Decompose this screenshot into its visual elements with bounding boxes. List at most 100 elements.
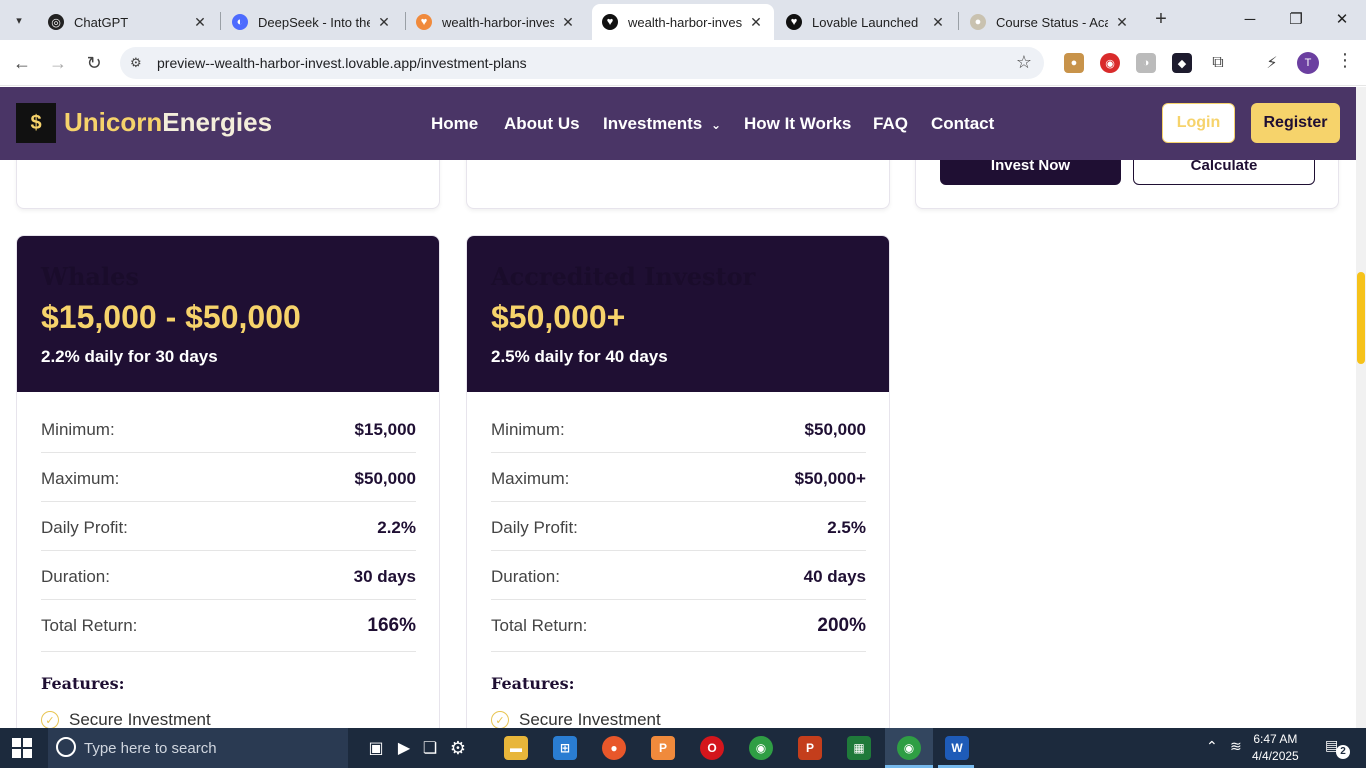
nav-investments-label: Investments	[603, 114, 703, 133]
menu-dots-icon[interactable]: ⋮	[1336, 50, 1354, 71]
row-value: $15,000	[354, 420, 416, 439]
unicorn-logo-icon[interactable]: $	[16, 103, 56, 143]
page-scrollbar[interactable]	[1356, 87, 1366, 728]
row-label: Duration:	[41, 567, 110, 586]
nav-investments[interactable]: Investments ⌄	[603, 114, 721, 134]
login-button[interactable]: Login	[1162, 103, 1235, 143]
scrollbar-thumb[interactable]	[1357, 272, 1365, 364]
video-icon[interactable]: ▶	[392, 736, 416, 760]
nav-about-us[interactable]: About Us	[504, 114, 580, 134]
logo-text-part1: Unicorn	[64, 107, 163, 137]
tab-deepseek[interactable]: ◐ DeepSeek - Into the U ✕	[222, 4, 402, 40]
restore-button[interactable]: ❐	[1276, 6, 1316, 34]
row-label: Total Return:	[41, 616, 138, 635]
file-explorer-icon[interactable]: ▬	[504, 736, 528, 760]
close-icon[interactable]: ✕	[376, 14, 392, 31]
close-window-button[interactable]: ✕	[1322, 6, 1362, 34]
row-label: Daily Profit:	[41, 518, 128, 537]
chrome-icon[interactable]: ◉	[749, 736, 773, 760]
record-extension-icon[interactable]: ◉	[1100, 53, 1120, 73]
profile-avatar[interactable]: T	[1297, 52, 1319, 74]
row-value: 2.2%	[377, 518, 416, 537]
row-label: Minimum:	[41, 420, 115, 439]
plan-header: Whales $15,000 - $50,000 2.2% daily for …	[17, 236, 439, 392]
close-icon[interactable]: ✕	[930, 14, 946, 31]
extension-icon[interactable]: ◑	[1136, 53, 1156, 73]
feature-item: ✓ Secure Investment	[491, 710, 661, 728]
close-icon[interactable]: ✕	[748, 14, 764, 31]
nav-contact[interactable]: Contact	[931, 114, 994, 134]
tab-search-button[interactable]: ▾	[6, 8, 32, 32]
puzzle-extensions-icon[interactable]: ⧉	[1208, 53, 1228, 73]
tab-wealth-harbor-1[interactable]: ♥ wealth-harbor-invest ✕	[406, 4, 586, 40]
plan-card-whales: Whales $15,000 - $50,000 2.2% daily for …	[16, 235, 440, 728]
new-tab-button[interactable]: +	[1150, 8, 1172, 32]
opera-icon[interactable]: O	[700, 736, 724, 760]
site-header: $ UnicornEnergies Home About Us Investme…	[0, 87, 1356, 160]
features-title: Features:	[491, 674, 575, 693]
settings-gear-icon[interactable]: ⚙	[446, 736, 470, 760]
row-label: Minimum:	[491, 420, 565, 439]
register-button[interactable]: Register	[1251, 103, 1340, 143]
close-icon[interactable]: ✕	[1114, 14, 1130, 31]
feature-text: Secure Investment	[69, 710, 211, 728]
pdf-icon[interactable]: P	[651, 736, 675, 760]
notification-icon[interactable]: ▤ 2	[1325, 737, 1350, 759]
nav-faq[interactable]: FAQ	[873, 114, 908, 134]
chrome-profile-icon[interactable]: ◉	[897, 736, 921, 760]
site-info-icon[interactable]: ⚙	[130, 55, 142, 71]
tab-title: Lovable Launched	[812, 14, 919, 30]
system-clock[interactable]: 6:47 AM 4/4/2025	[1252, 731, 1299, 765]
back-arrow-icon[interactable]: ←	[10, 51, 34, 75]
tab-course-status[interactable]: ● Course Status - Acade ✕	[960, 4, 1140, 40]
row-label: Total Return:	[491, 616, 588, 635]
row-label: Maximum:	[491, 469, 570, 488]
row-label: Daily Profit:	[491, 518, 578, 537]
wallet-extension-icon[interactable]: ◆	[1172, 53, 1192, 73]
heart-icon: ♥	[786, 14, 802, 30]
search-placeholder: Type here to search	[84, 740, 217, 757]
firefox-icon[interactable]: ●	[602, 736, 626, 760]
check-circle-icon: ✓	[41, 711, 59, 728]
taskbar-search-box[interactable]: Type here to search	[48, 728, 348, 768]
task-view-icon[interactable]: ❏	[418, 736, 442, 760]
spreadsheet-icon[interactable]: ▦	[847, 736, 871, 760]
browser-tab-strip: ▾ ◎ ChatGPT ✕ ◐ DeepSeek - Into the U ✕ …	[0, 0, 1366, 40]
url-text[interactable]: preview--wealth-harbor-invest.lovable.ap…	[157, 55, 527, 71]
close-icon[interactable]: ✕	[192, 14, 208, 31]
chevron-up-icon[interactable]: ⌃	[1206, 738, 1218, 755]
browser-toolbar: ← → ↻ ⚙ preview--wealth-harbor-invest.lo…	[0, 40, 1366, 86]
logo-text-part2: Energies	[162, 107, 273, 137]
plan-row-duration: Duration: 30 days	[41, 551, 416, 600]
address-bar[interactable]: ⚙ preview--wealth-harbor-invest.lovable.…	[120, 47, 1044, 79]
bookmark-star-icon[interactable]: ☆	[1016, 52, 1032, 73]
tab-chatgpt[interactable]: ◎ ChatGPT ✕	[38, 4, 218, 40]
row-value: 40 days	[803, 567, 866, 586]
close-icon[interactable]: ✕	[560, 14, 576, 31]
chatgpt-icon: ◎	[48, 14, 64, 30]
plan-range: $15,000 - $50,000	[41, 299, 301, 335]
performance-icon[interactable]: ⚡	[1262, 53, 1282, 73]
heart-icon: ♥	[602, 14, 618, 30]
plan-row-daily-profit: Daily Profit: 2.2%	[41, 502, 416, 551]
forward-arrow-icon[interactable]: →	[46, 51, 70, 75]
camera-icon[interactable]: ▣	[364, 736, 388, 760]
store-icon[interactable]: ⊞	[553, 736, 577, 760]
powerpoint-icon[interactable]: P	[798, 736, 822, 760]
site-logo[interactable]: UnicornEnergies	[64, 107, 272, 138]
feature-text: Secure Investment	[519, 710, 661, 728]
row-value: $50,000	[354, 469, 416, 488]
plan-header: Accredited Investor $50,000+ 2.5% daily …	[467, 236, 889, 392]
nav-home[interactable]: Home	[431, 114, 478, 134]
row-value: $50,000+	[794, 469, 866, 488]
windows-start-icon[interactable]	[12, 738, 32, 758]
tab-wealth-harbor-active[interactable]: ♥ wealth-harbor-invest ✕	[592, 4, 774, 40]
network-icon[interactable]: ≋	[1230, 738, 1242, 755]
tab-lovable-launched[interactable]: ♥ Lovable Launched ✕	[776, 4, 956, 40]
minimize-button[interactable]: ─	[1230, 6, 1270, 34]
plan-rate: 2.2% daily for 30 days	[41, 347, 218, 366]
reload-icon[interactable]: ↻	[82, 51, 106, 75]
cookie-extension-icon[interactable]: ●	[1064, 53, 1084, 73]
nav-how-it-works[interactable]: How It Works	[744, 114, 851, 134]
word-icon[interactable]: W	[945, 736, 969, 760]
